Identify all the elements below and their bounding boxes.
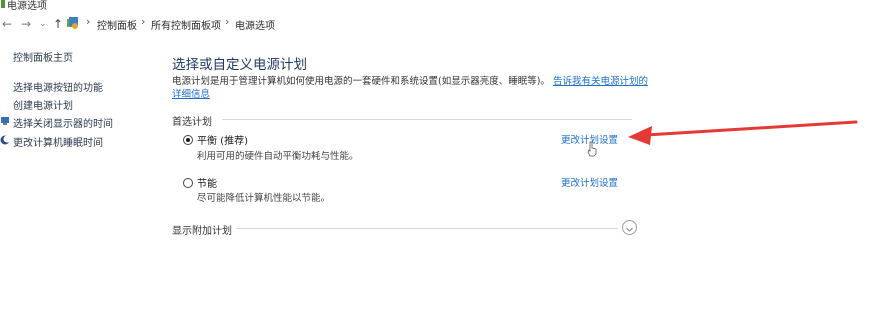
plan-power-saver-settings-link[interactable]: 更改计划设置 (561, 175, 618, 189)
back-arrow-icon[interactable]: ← (2, 17, 12, 31)
plan-power-saver-desc: 尽可能降低计算机性能以节能。 (197, 193, 331, 204)
annotation-arrow-icon (628, 120, 858, 145)
breadcrumb-separator: › (225, 15, 230, 28)
breadcrumb-separator: › (86, 15, 91, 28)
title-bar: 电源选项 (0, 0, 875, 12)
sidebar-home-link[interactable]: 控制面板主页 (13, 49, 73, 64)
power-options-icon (1, 0, 5, 8)
show-additional-plans-label[interactable]: 显示附加计划 (172, 222, 232, 237)
window-title: 电源选项 (7, 1, 47, 12)
expand-additional-plans-button[interactable] (622, 220, 637, 235)
section-divider (236, 228, 618, 229)
description-text: 电源计划是用于管理计算机如何使用电源的一套硬件和系统设置(如显示器亮度、睡眠等)… (172, 76, 550, 87)
plan-balanced-desc: 利用可用的硬件自动平衡功耗与性能。 (197, 151, 359, 162)
breadcrumb-control-panel[interactable]: 控制面板 (97, 17, 137, 32)
plan-balanced-name: 平衡 (推荐) (197, 136, 248, 147)
preferred-plans-label: 首选计划 (172, 117, 212, 128)
sidebar-item-create-plan[interactable]: 创建电源计划 (13, 97, 73, 112)
sidebar-item-display-off[interactable]: 选择关闭显示器的时间 (13, 115, 113, 130)
hand-cursor-icon (587, 141, 597, 157)
breadcrumb-all-items[interactable]: 所有控制面板项 (151, 17, 221, 32)
monitor-icon (1, 117, 9, 125)
plan-balanced-radio[interactable] (183, 135, 193, 145)
forward-arrow-icon[interactable]: → (21, 17, 31, 31)
sidebar-item-power-button[interactable]: 选择电源按钮的功能 (13, 79, 103, 94)
moon-icon (0, 135, 10, 145)
sidebar-item-sleep-time[interactable]: 更改计算机睡眠时间 (13, 134, 103, 149)
plan-power-saver-name: 节能 (197, 179, 217, 190)
plan-power-saver-radio[interactable] (183, 178, 193, 188)
control-panel-icon (67, 17, 78, 29)
chevron-down-icon (626, 227, 633, 232)
chevron-down-icon[interactable]: ⌄ (39, 17, 47, 31)
page-title: 选择或自定义电源计划 (172, 57, 307, 73)
breadcrumb-separator: › (141, 15, 146, 28)
page-description: 电源计划是用于管理计算机如何使用电源的一套硬件和系统设置(如显示器亮度、睡眠等)… (172, 75, 652, 101)
section-divider (222, 119, 632, 120)
up-arrow-icon[interactable]: ↑ (53, 17, 63, 31)
breadcrumb-power-options[interactable]: 电源选项 (235, 17, 275, 32)
